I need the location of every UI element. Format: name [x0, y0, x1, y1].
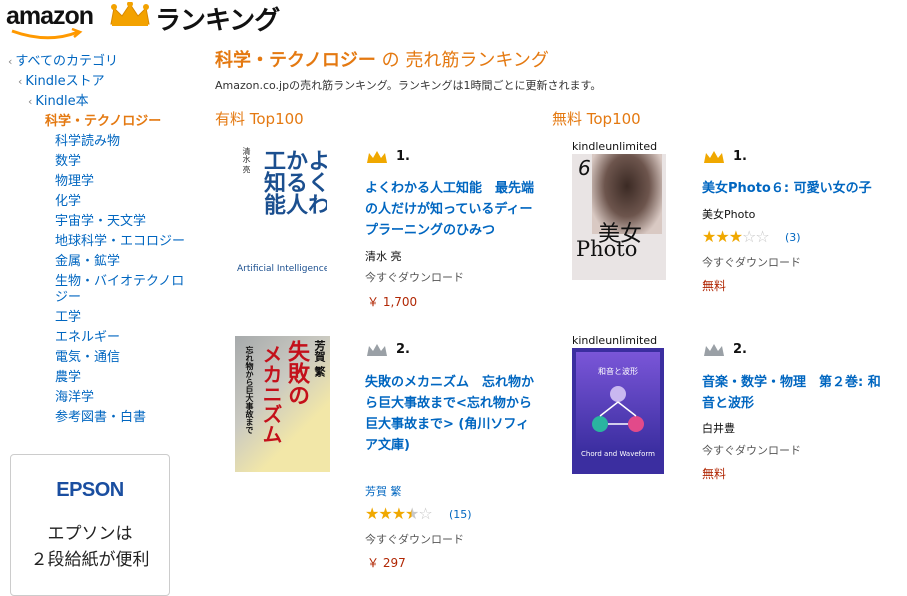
sidebar-item[interactable]: 地球科学・エコロジー — [8, 232, 198, 252]
star-icon: ☆ — [755, 227, 769, 246]
ad-brand: EPSON — [56, 479, 124, 501]
download-label: 今すぐダウンロード — [702, 256, 801, 269]
book-cover[interactable]: kindleunlimited 6 美女 Photo — [572, 140, 666, 280]
book-title-link[interactable]: 音楽・数学・物理 第２巻: 和音と波形 — [702, 372, 892, 414]
silver-crown-icon — [367, 344, 387, 356]
book-price: ￥ 1,700 — [367, 295, 418, 309]
rank-number: 2. — [733, 342, 747, 357]
book-author-link[interactable]: 芳賀 繁 — [365, 483, 402, 499]
chevron-left-icon: ‹ — [18, 75, 23, 88]
breadcrumb-kindle-store[interactable]: ‹ Kindleストア — [8, 72, 198, 92]
crown-logo-icon — [110, 2, 150, 26]
sidebar-item[interactable]: 宇宙学・天文学 — [8, 212, 198, 232]
star-icon: ★ — [391, 504, 406, 523]
chevron-left-icon: ‹ — [28, 95, 33, 108]
cover-diagram-icon — [592, 386, 644, 432]
half-star-icon: ★ — [405, 504, 419, 523]
download-label: 今すぐダウンロード — [365, 533, 464, 546]
book-price: ￥ 297 — [367, 556, 406, 570]
rank-number: 2. — [396, 342, 410, 357]
epson-ad[interactable]: EPSON エプソンは ２段給紙が便利 — [10, 454, 170, 596]
sidebar-item[interactable]: 物理学 — [8, 172, 198, 192]
book-cover[interactable]: 清水 亮 よくわかる人工知能 Artificial Intelligence — [235, 145, 327, 285]
review-count[interactable]: (3) — [785, 231, 801, 244]
breadcrumb-kindle-books[interactable]: ‹ Kindle本 — [8, 92, 198, 112]
book-title-link[interactable]: 失敗のメカニズム 忘れ物から巨大事故まで<忘れ物から巨大事故まで> (角川ソフィ… — [365, 372, 537, 456]
star-rating[interactable]: ★★★★☆ — [365, 504, 433, 523]
review-count[interactable]: (15) — [449, 508, 472, 521]
star-icon: ★ — [365, 504, 379, 523]
page-title: 科学・テクノロジー の 売れ筋ランキング — [215, 50, 549, 71]
free-top100-heading[interactable]: 無料 Top100 — [552, 108, 641, 129]
current-category: 科学・テクノロジー — [45, 114, 162, 129]
book-price: 無料 — [702, 467, 727, 481]
sidebar-item[interactable]: 数学 — [8, 152, 198, 172]
category-sidebar: ‹ すべてのカテゴリ ‹ Kindleストア ‹ Kindle本 科学・テクノロジー … — [8, 52, 198, 428]
star-icon: ☆ — [418, 504, 432, 523]
book-title-link[interactable]: よくわかる人工知能 最先端の人だけが知っているディープラーニングのひみつ — [365, 178, 537, 241]
book-author: 美女Photo — [702, 208, 756, 221]
silver-crown-icon — [704, 344, 724, 356]
sidebar-item[interactable]: 参考図書・白書 — [8, 408, 198, 428]
book-cover[interactable]: kindleunlimited 和音と波形 Chord and Waveform — [572, 334, 664, 474]
rank-number: 1. — [396, 149, 410, 164]
page-subtitle: Amazon.co.jpの売れ筋ランキング。ランキングは1時間ごとに更新されます… — [215, 79, 602, 92]
book-author: 清水 亮 — [365, 250, 402, 263]
cover-title: よくわかる人工知能 — [260, 149, 327, 215]
sidebar-item[interactable]: 生物・バイオテクノロジー — [8, 272, 195, 308]
star-icon: ☆ — [742, 227, 756, 246]
breadcrumb-all-categories[interactable]: ‹ すべてのカテゴリ — [8, 52, 198, 72]
sidebar-item[interactable]: 農学 — [8, 368, 198, 388]
sidebar-item[interactable]: 工学 — [8, 308, 198, 328]
book-cover[interactable]: 芳賀 繁 失敗の メカニズム 忘れ物から巨大事故まで — [235, 336, 330, 472]
sidebar-item[interactable]: 化学 — [8, 192, 198, 212]
download-label: 今すぐダウンロード — [365, 271, 464, 284]
sidebar-item[interactable]: 科学読み物 — [8, 132, 198, 152]
paid-top100-heading[interactable]: 有料 Top100 — [215, 108, 304, 129]
star-icon: ★ — [715, 227, 729, 246]
rank-number: 1. — [733, 149, 747, 164]
book-price: 無料 — [702, 279, 727, 293]
sidebar-item[interactable]: 海洋学 — [8, 388, 198, 408]
gold-crown-icon — [704, 151, 724, 163]
sidebar-item[interactable]: エネルギー — [8, 328, 198, 348]
gold-crown-icon — [367, 151, 387, 163]
star-rating[interactable]: ★★★☆☆ — [702, 227, 770, 246]
book-author: 白井豊 — [702, 422, 735, 435]
star-icon: ★ — [728, 227, 743, 246]
sidebar-item[interactable]: 電気・通信 — [8, 348, 198, 368]
amazon-smile-icon — [11, 28, 83, 40]
ranking-logo-text: ランキング — [155, 6, 280, 36]
download-label: 今すぐダウンロード — [702, 444, 801, 457]
star-icon: ★ — [378, 504, 392, 523]
amazon-logo[interactable]: amazon — [6, 2, 94, 31]
ad-text: エプソンは ２段給紙が便利 — [30, 524, 150, 570]
sidebar-item[interactable]: 金属・鉱学 — [8, 252, 198, 272]
star-icon: ★ — [702, 227, 716, 246]
book-title-link[interactable]: 美女Photo６: 可愛い女の子 — [702, 178, 892, 199]
chevron-left-icon: ‹ — [8, 55, 13, 68]
